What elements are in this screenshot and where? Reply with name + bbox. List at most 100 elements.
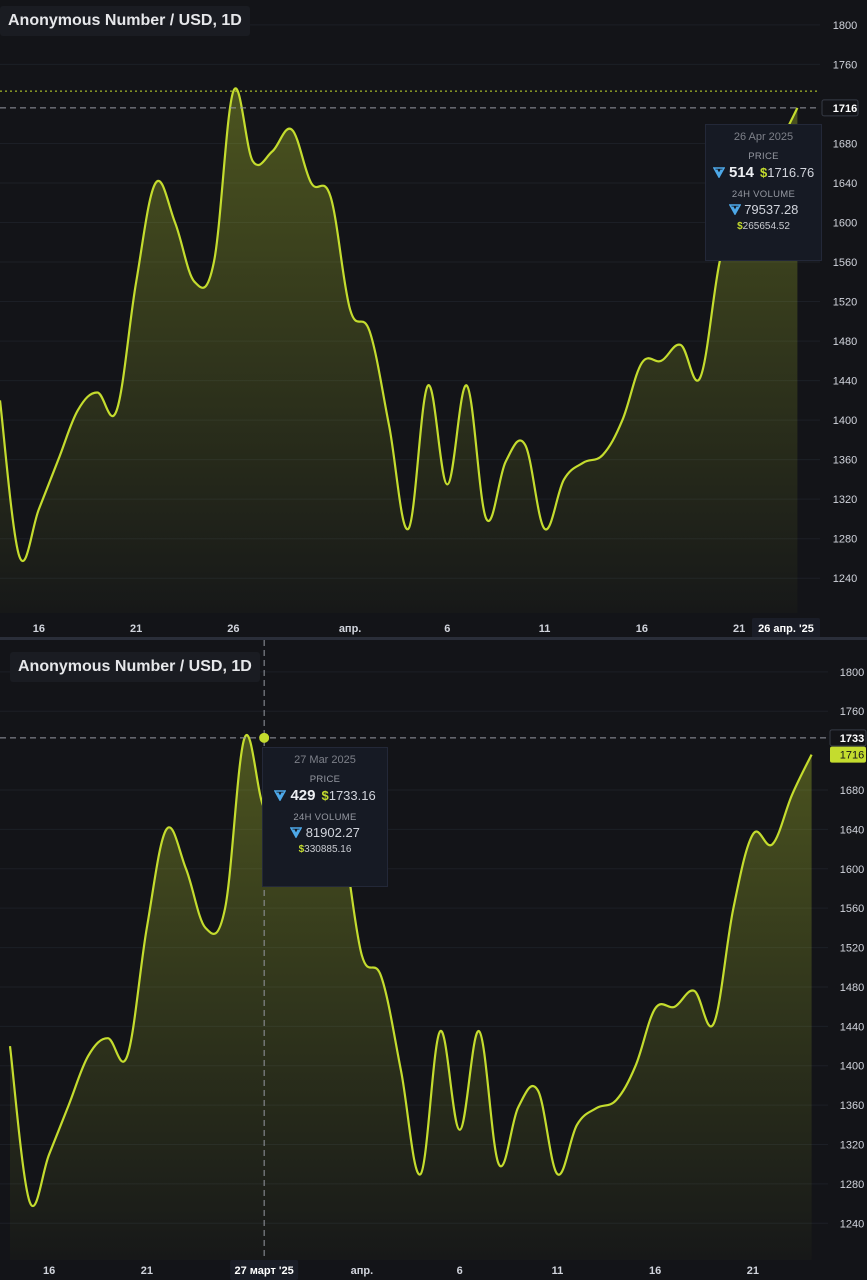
data-point[interactable] bbox=[386, 422, 392, 428]
data-point[interactable] bbox=[75, 407, 81, 413]
data-point[interactable] bbox=[503, 459, 509, 465]
data-point[interactable] bbox=[27, 1199, 33, 1205]
data-point[interactable] bbox=[542, 526, 548, 532]
data-point[interactable] bbox=[16, 553, 22, 559]
data-point[interactable] bbox=[425, 383, 431, 389]
svg-text:26 апр. '25: 26 апр. '25 bbox=[758, 623, 814, 635]
data-point[interactable] bbox=[418, 1171, 424, 1177]
data-point[interactable] bbox=[183, 866, 189, 872]
tooltip-volume-ton-value: 79537.28 bbox=[744, 202, 799, 217]
data-point[interactable] bbox=[730, 905, 736, 911]
data-point[interactable] bbox=[153, 180, 159, 186]
x-tick-label: 11 bbox=[539, 623, 551, 635]
data-point[interactable] bbox=[639, 360, 645, 366]
x-tick-label: 16 bbox=[33, 623, 45, 635]
data-point[interactable] bbox=[163, 826, 169, 832]
y-tick-label: 1600 bbox=[840, 864, 864, 876]
price-chart-bottom[interactable]: 1800 1760 1680 1640 1600 1560 1520 1480 1440 1400… bbox=[0, 640, 867, 1280]
data-point[interactable] bbox=[515, 1104, 521, 1110]
data-point[interactable] bbox=[809, 752, 815, 758]
data-point[interactable] bbox=[600, 452, 606, 458]
data-point[interactable] bbox=[672, 1004, 678, 1010]
data-point[interactable] bbox=[769, 841, 775, 847]
data-point[interactable] bbox=[105, 1035, 111, 1041]
data-point[interactable] bbox=[192, 279, 198, 285]
data-point[interactable] bbox=[678, 342, 684, 348]
data-point[interactable] bbox=[476, 1028, 482, 1034]
data-point[interactable] bbox=[750, 831, 756, 837]
svg-text:1716: 1716 bbox=[833, 103, 857, 115]
data-point[interactable] bbox=[347, 306, 353, 312]
data-point[interactable] bbox=[46, 1151, 52, 1157]
data-point[interactable] bbox=[85, 1053, 91, 1059]
data-point[interactable] bbox=[691, 988, 697, 994]
chart-panel-top[interactable]: 1800 1760 1680 1640 1600 1560 1520 1480 1440 1400… bbox=[0, 0, 867, 637]
price-tooltip: 26 Apr 2025 PRICE 514 $1716.76 24H VOLUM… bbox=[705, 124, 822, 261]
data-point[interactable] bbox=[535, 1087, 541, 1093]
data-point[interactable] bbox=[496, 1161, 502, 1167]
data-point[interactable] bbox=[398, 1068, 404, 1074]
data-point[interactable] bbox=[522, 442, 528, 448]
data-point[interactable] bbox=[250, 158, 256, 164]
data-point[interactable] bbox=[367, 328, 373, 334]
data-point[interactable] bbox=[658, 358, 664, 364]
data-point[interactable] bbox=[133, 279, 139, 285]
data-point[interactable] bbox=[269, 148, 275, 154]
tooltip-volume-usd: $330885.16 bbox=[263, 844, 387, 855]
data-point[interactable] bbox=[66, 1102, 72, 1108]
y-tick-label: 1640 bbox=[833, 178, 857, 190]
data-point[interactable] bbox=[437, 1028, 443, 1034]
price-chart-top[interactable]: 1800 1760 1680 1640 1600 1560 1520 1480 1440 1400… bbox=[0, 0, 867, 637]
data-point[interactable] bbox=[7, 1043, 13, 1049]
data-point[interactable] bbox=[457, 1127, 463, 1133]
data-point[interactable] bbox=[203, 925, 209, 931]
data-point[interactable] bbox=[697, 375, 703, 381]
tooltip-volume-label: 24H VOLUME bbox=[293, 812, 357, 823]
data-point[interactable] bbox=[114, 407, 120, 413]
y-tick-label: 1480 bbox=[833, 336, 857, 348]
data-point[interactable] bbox=[554, 1171, 560, 1177]
data-point[interactable] bbox=[789, 792, 795, 798]
data-point[interactable] bbox=[378, 974, 384, 980]
data-point[interactable] bbox=[55, 457, 61, 463]
data-point[interactable] bbox=[444, 481, 450, 487]
y-tick-label: 1560 bbox=[840, 903, 864, 915]
data-point[interactable] bbox=[222, 905, 228, 911]
data-point[interactable] bbox=[633, 1063, 639, 1069]
x-tick-label: 21 bbox=[733, 623, 745, 635]
data-point[interactable] bbox=[619, 417, 625, 423]
data-point[interactable] bbox=[328, 194, 334, 200]
data-point[interactable] bbox=[613, 1097, 619, 1103]
x-tick-label: 16 bbox=[636, 623, 648, 635]
data-point[interactable] bbox=[172, 220, 178, 226]
data-point[interactable] bbox=[124, 1053, 130, 1059]
data-point[interactable] bbox=[308, 180, 314, 186]
data-point[interactable] bbox=[144, 925, 150, 931]
data-point[interactable] bbox=[652, 1006, 658, 1012]
data-point[interactable] bbox=[0, 397, 3, 403]
chart-panel-bottom[interactable]: 1800 1760 1680 1640 1600 1560 1520 1480 1440 1400… bbox=[0, 640, 867, 1280]
crosshair-x-label: 26 апр. '25 bbox=[752, 618, 820, 637]
chart-title-text: Anonymous Number / USD, 1D bbox=[18, 658, 252, 675]
data-point[interactable] bbox=[36, 506, 42, 512]
data-point[interactable] bbox=[211, 259, 217, 265]
data-point[interactable] bbox=[359, 952, 365, 958]
price-area-fill bbox=[0, 88, 798, 613]
tooltip-volume-ton: 79537.28 bbox=[728, 202, 799, 217]
y-tick-label: 1760 bbox=[833, 59, 857, 71]
y-tick-label: 1400 bbox=[833, 415, 857, 427]
data-point[interactable] bbox=[94, 389, 100, 395]
data-point[interactable] bbox=[464, 383, 470, 389]
data-point[interactable] bbox=[594, 1105, 600, 1111]
data-point[interactable] bbox=[574, 1122, 580, 1128]
x-tick-label: 21 bbox=[130, 623, 142, 635]
data-point[interactable] bbox=[289, 127, 295, 133]
ton-diamond-icon bbox=[290, 827, 303, 838]
data-point[interactable] bbox=[581, 460, 587, 466]
data-point[interactable] bbox=[561, 476, 567, 482]
data-point[interactable] bbox=[483, 516, 489, 522]
y-tick-label: 1600 bbox=[833, 218, 857, 230]
y-tick-label: 1800 bbox=[840, 667, 864, 679]
data-point[interactable] bbox=[405, 526, 411, 532]
data-point[interactable] bbox=[711, 1020, 717, 1026]
